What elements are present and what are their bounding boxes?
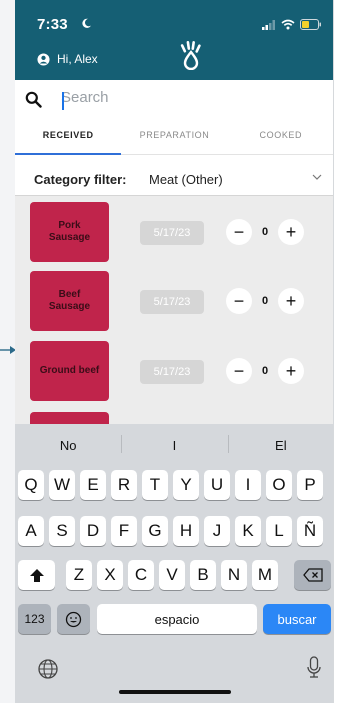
battery-icon [300, 19, 321, 30]
keyboard-row-3: Z X C V B N M [15, 560, 333, 590]
quantity-stepper: − 0 + [226, 288, 304, 314]
globe-icon[interactable] [37, 658, 59, 680]
keyboard-row-2: A S D F G H J K L Ñ [15, 516, 333, 546]
numbers-key[interactable]: 123 [18, 604, 51, 634]
emoji-icon[interactable] [57, 604, 90, 634]
key[interactable]: K [235, 516, 261, 546]
keyboard-row-4: 123 espacio buscar [15, 604, 333, 634]
key[interactable]: N [221, 560, 247, 590]
product-button[interactable]: Pork Sausage [30, 202, 109, 262]
home-indicator [119, 690, 231, 694]
key[interactable]: Q [18, 470, 44, 500]
key[interactable]: W [49, 470, 75, 500]
text-caret [62, 92, 64, 110]
key[interactable]: L [266, 516, 292, 546]
quantity-value: 0 [261, 226, 269, 238]
list-item: Beef Sausage 5/17/23 − 0 + [15, 271, 333, 331]
moon-icon [82, 18, 92, 28]
search-bar [15, 80, 333, 120]
list-item: Ground beef 5/17/23 − 0 + [15, 341, 333, 401]
search-icon[interactable] [25, 91, 42, 108]
list-item-partial [15, 412, 333, 424]
key[interactable]: D [80, 516, 106, 546]
backspace-glyph [302, 568, 323, 582]
keyboard-row-1: Q W E R T Y U I O P [15, 470, 333, 500]
quantity-stepper: − 0 + [226, 358, 304, 384]
app-header: 7:33 Hi, Alex [15, 0, 333, 80]
key[interactable]: Z [66, 560, 92, 590]
key[interactable]: Ñ [297, 516, 323, 546]
key[interactable]: R [111, 470, 137, 500]
chevron-down-icon[interactable] [312, 173, 322, 181]
status-tabs: RECEIVED PREPARATION COOKED [15, 120, 333, 155]
shift-glyph [29, 568, 44, 582]
user-circle-icon [37, 52, 50, 66]
quantity-value: 0 [261, 365, 269, 377]
keyboard-suggestions: No I El [15, 424, 333, 466]
quantity-value: 0 [261, 295, 269, 307]
category-filter-value[interactable]: Meat (Other) [149, 172, 223, 187]
key[interactable]: P [297, 470, 323, 500]
category-filter[interactable]: Category filter: Meat (Other) [15, 160, 333, 196]
key[interactable]: S [49, 516, 75, 546]
key[interactable]: O [266, 470, 292, 500]
microphone-icon[interactable] [307, 656, 321, 680]
phone-screen: 7:33 Hi, Alex Search RECEIVED PREPARATIO… [15, 0, 334, 703]
key[interactable]: M [252, 560, 278, 590]
signal-icon [262, 19, 275, 30]
key[interactable]: B [190, 560, 216, 590]
plus-icon[interactable]: + [278, 358, 304, 384]
emoji-glyph [65, 611, 82, 627]
key[interactable]: F [111, 516, 137, 546]
key[interactable]: X [97, 560, 123, 590]
key[interactable]: C [128, 560, 154, 590]
plus-icon[interactable]: + [278, 219, 304, 245]
key[interactable]: E [80, 470, 106, 500]
backspace-icon[interactable] [294, 560, 331, 590]
minus-icon[interactable]: − [226, 358, 252, 384]
list-item: Pork Sausage 5/17/23 − 0 + [15, 202, 333, 262]
category-filter-label: Category filter: [34, 172, 127, 187]
key[interactable]: G [142, 516, 168, 546]
space-key[interactable]: espacio [97, 604, 257, 634]
quantity-stepper: − 0 + [226, 219, 304, 245]
suggestion-item[interactable]: I [121, 424, 227, 466]
status-indicators [262, 19, 322, 30]
key[interactable]: J [204, 516, 230, 546]
minus-icon[interactable]: − [226, 219, 252, 245]
shift-icon[interactable] [18, 560, 55, 590]
search-submit-key[interactable]: buscar [263, 604, 331, 634]
suggestion-item[interactable]: El [227, 424, 333, 466]
user-greeting[interactable]: Hi, Alex [37, 52, 98, 66]
onscreen-keyboard: No I El Q W E R T Y U I O P A S D F G H … [15, 424, 333, 703]
brand-hand-drop-icon [180, 40, 201, 70]
greeting-text: Hi, Alex [57, 52, 98, 66]
date-field[interactable]: 5/17/23 [140, 290, 204, 314]
suggestion-item[interactable]: No [15, 424, 121, 466]
product-button[interactable] [30, 412, 109, 424]
key[interactable]: I [235, 470, 261, 500]
date-field[interactable]: 5/17/23 [140, 360, 204, 384]
key[interactable]: H [173, 516, 199, 546]
minus-icon[interactable]: − [226, 288, 252, 314]
date-field[interactable]: 5/17/23 [140, 221, 204, 245]
key[interactable]: Y [173, 470, 199, 500]
key[interactable]: T [142, 470, 168, 500]
search-input[interactable] [61, 89, 311, 106]
plus-icon[interactable]: + [278, 288, 304, 314]
key[interactable]: A [18, 516, 44, 546]
product-button[interactable]: Ground beef [30, 341, 109, 401]
tab-received[interactable]: RECEIVED [15, 120, 122, 155]
status-time: 7:33 [37, 16, 68, 33]
product-button[interactable]: Beef Sausage [30, 271, 109, 331]
tab-cooked[interactable]: COOKED [228, 120, 333, 154]
key[interactable]: V [159, 560, 185, 590]
tab-preparation[interactable]: PREPARATION [121, 120, 227, 154]
wifi-icon [281, 19, 295, 30]
arrow-pointer-icon [0, 346, 16, 354]
key[interactable]: U [204, 470, 230, 500]
item-list[interactable]: Pork Sausage 5/17/23 − 0 + Beef Sausage … [15, 196, 333, 424]
